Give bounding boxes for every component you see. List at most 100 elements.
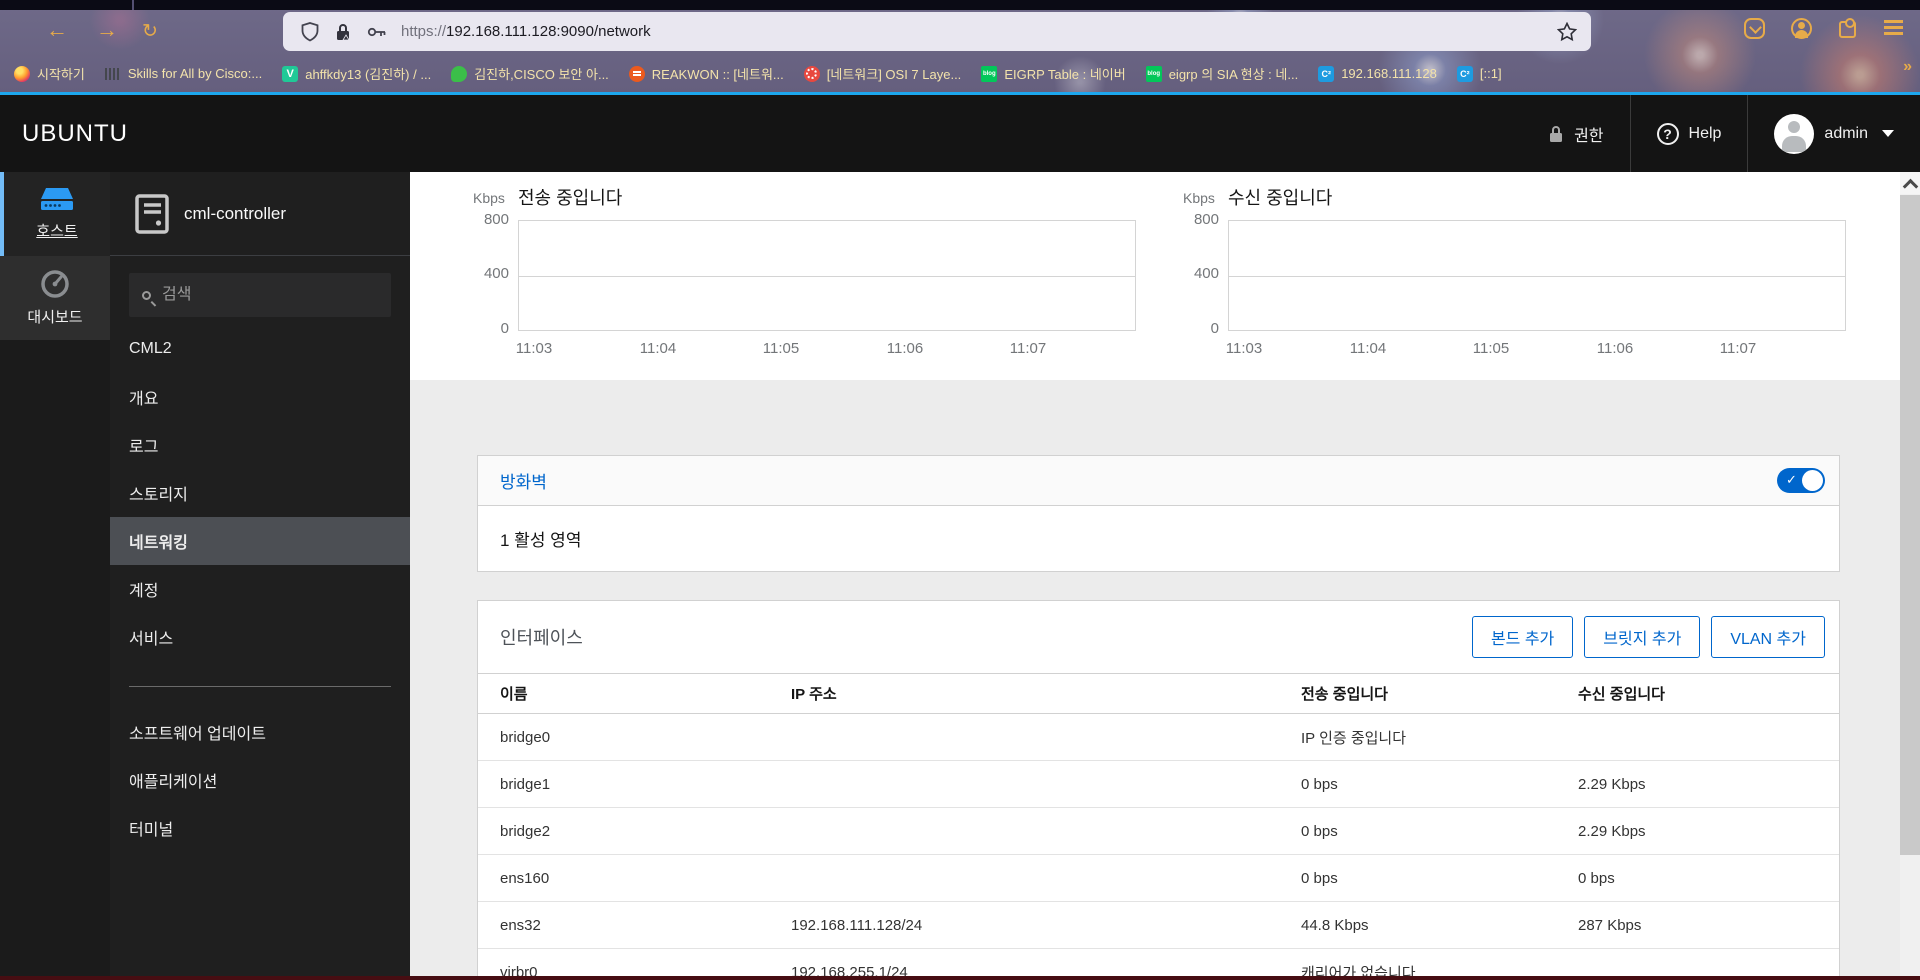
interface-rx: 2.29 Kbps	[1578, 775, 1646, 793]
gridline	[1229, 275, 1845, 277]
unlock-privileges-icon	[1548, 124, 1564, 144]
firewall-header: 방화벽 ✓	[478, 456, 1839, 506]
menu-icon[interactable]	[1884, 20, 1903, 23]
bookmark-item[interactable]: [::1]	[1456, 65, 1502, 82]
add-bond-button[interactable]: 본드 추가	[1471, 616, 1574, 658]
masthead: UBUNTU 권한 ? Help admin	[0, 95, 1920, 172]
firewall-toggle[interactable]: ✓	[1777, 468, 1825, 493]
account-icon[interactable]	[1791, 18, 1812, 39]
col-ip: IP 주소	[791, 686, 837, 703]
sidebar-item-label: 네트워킹	[129, 535, 188, 552]
chart-unit-label: Kbps	[1183, 190, 1215, 206]
sidebar-menu-item[interactable]: 계정	[110, 565, 410, 613]
host-selector[interactable]: cml-controller	[110, 172, 410, 256]
sidebar-menu-item[interactable]: 로그	[110, 421, 410, 469]
bookmark-item[interactable]: 192.168.111.128	[1318, 65, 1437, 82]
bookmark-label: [::1]	[1479, 66, 1502, 81]
sidebar-menu-item[interactable]: 개요	[110, 373, 410, 421]
interface-row[interactable]: bridge0 IP 인증 중입니다	[478, 714, 1839, 761]
bookmark-item[interactable]: 김진하,CISCO 보안 아...	[451, 64, 609, 83]
interfaces-card: 인터페이스 본드 추가 브릿지 추가 VLAN 추가 이름 IP 주소 전송 중…	[477, 600, 1840, 980]
interface-rx: 2.29 Kbps	[1578, 822, 1646, 840]
bookmark-star-icon[interactable]	[1557, 21, 1577, 42]
host-server-icon	[135, 193, 169, 234]
key-icon[interactable]	[367, 25, 387, 39]
privileges-label: 권한	[1574, 127, 1604, 145]
sidebar-item-label: 애플리케이션	[129, 774, 218, 791]
rail-item-host[interactable]: 호스트	[0, 172, 110, 256]
bookmark-label: eigrp 의 SIA 현상 : 네...	[1168, 67, 1299, 82]
interface-row[interactable]: bridge2 0 bps 2.29 Kbps	[478, 808, 1839, 855]
bookmark-item[interactable]: ahffkdy13 (김진하) / ...	[282, 64, 431, 83]
x-tick: 11:05	[1472, 340, 1510, 357]
y-tick: 0	[1210, 320, 1219, 337]
scrollbar[interactable]	[1900, 172, 1920, 980]
sidebar-menu-item[interactable]: 터미널	[110, 804, 410, 852]
pocket-icon[interactable]	[1744, 18, 1765, 39]
bookmark-favicon	[1145, 65, 1162, 82]
browser-tab-strip	[0, 0, 1920, 10]
bookmark-item[interactable]: eigrp 의 SIA 현상 : 네...	[1145, 64, 1299, 83]
bookmark-item[interactable]: 시작하기	[14, 64, 85, 83]
sidebar-item-label: 서비스	[129, 631, 174, 648]
chart-plot-area	[518, 220, 1136, 331]
firewall-title-link[interactable]: 방화벽	[500, 468, 547, 493]
y-tick: 400	[1193, 265, 1219, 282]
bookmark-favicon	[451, 65, 468, 82]
gauge-icon	[40, 269, 70, 299]
lock-icon[interactable]	[335, 22, 351, 42]
rail-item-dashboard[interactable]: 대시보드	[0, 256, 110, 340]
bookmark-item[interactable]: Skills for All by Cisco:...	[104, 66, 262, 81]
sidebar-menu-item[interactable]: CML2	[110, 325, 410, 373]
bookmark-label: 시작하기	[37, 67, 85, 82]
interface-name[interactable]: ens160	[500, 870, 791, 887]
brand-logo: UBUNTU	[22, 119, 128, 147]
interface-tx: 0 bps	[1301, 822, 1338, 840]
bookmark-item[interactable]: EIGRP Table : 네이버	[981, 64, 1126, 83]
url-text[interactable]: https://192.168.111.128:9090/network	[401, 23, 1557, 40]
chart-title: 수신 중입니다	[1228, 188, 1333, 208]
y-axis-ticks: 800 400 0	[1175, 212, 1219, 337]
add-bridge-button[interactable]: 브릿지 추가	[1584, 616, 1701, 658]
search-box[interactable]	[129, 273, 391, 317]
search-input[interactable]	[162, 286, 362, 304]
interface-name[interactable]: bridge0	[500, 729, 791, 746]
extensions-icon[interactable]	[1839, 18, 1856, 38]
sidebar-menu-item[interactable]: 스토리지	[110, 469, 410, 517]
bookmark-item[interactable]: REAKWON :: [네트워...	[628, 64, 784, 83]
x-tick: 11:07	[1009, 340, 1047, 357]
interface-name[interactable]: ens32	[500, 917, 791, 934]
col-name: 이름	[500, 686, 528, 703]
browser-chrome: ← → ↻ https://192.168.111.128:9090/netwo…	[0, 0, 1920, 92]
sidebar-item-label: CML2	[129, 340, 172, 357]
chart-plot-area	[1228, 220, 1846, 331]
interface-name[interactable]: bridge1	[500, 776, 791, 793]
shield-icon[interactable]	[301, 21, 319, 42]
url-bar[interactable]: https://192.168.111.128:9090/network	[283, 12, 1591, 51]
sidebar-menu-item[interactable]: 서비스	[110, 613, 410, 661]
user-menu[interactable]: admin	[1747, 95, 1920, 172]
sidebar-item-label: 소프트웨어 업데이트	[129, 726, 266, 743]
sidebar-menu-item[interactable]: 소프트웨어 업데이트	[110, 708, 410, 756]
interface-name[interactable]: bridge2	[500, 823, 791, 840]
forward-button[interactable]: →	[96, 16, 118, 44]
add-vlan-button[interactable]: VLAN 추가	[1711, 616, 1825, 658]
tab-edge	[132, 0, 134, 10]
scrollbar-thumb[interactable]	[1900, 195, 1920, 855]
help-button[interactable]: ? Help	[1629, 95, 1748, 172]
interface-row[interactable]: ens32 192.168.111.128/24 44.8 Kbps 287 K…	[478, 902, 1839, 949]
firewall-card: 방화벽 ✓ 1 활성 영역	[477, 455, 1840, 572]
x-tick: 11:03	[515, 340, 553, 357]
sidebar-menu-item[interactable]: 네트워킹	[110, 517, 410, 565]
bookmark-label: 192.168.111.128	[1341, 66, 1437, 81]
screen: ← → ↻ https://192.168.111.128:9090/netwo…	[0, 0, 1920, 980]
privileges-button[interactable]: 권한	[1522, 95, 1629, 172]
reload-button[interactable]: ↻	[142, 18, 158, 46]
interface-row[interactable]: bridge1 0 bps 2.29 Kbps	[478, 761, 1839, 808]
bookmarks-overflow-icon[interactable]: »	[1903, 58, 1912, 76]
back-button[interactable]: ←	[46, 16, 68, 44]
sidebar-menu-item[interactable]: 애플리케이션	[110, 756, 410, 804]
scroll-up-icon[interactable]	[1900, 172, 1920, 194]
bookmark-item[interactable]: [네트워크] OSI 7 Laye...	[803, 64, 961, 83]
interface-row[interactable]: ens160 0 bps 0 bps	[478, 855, 1839, 902]
